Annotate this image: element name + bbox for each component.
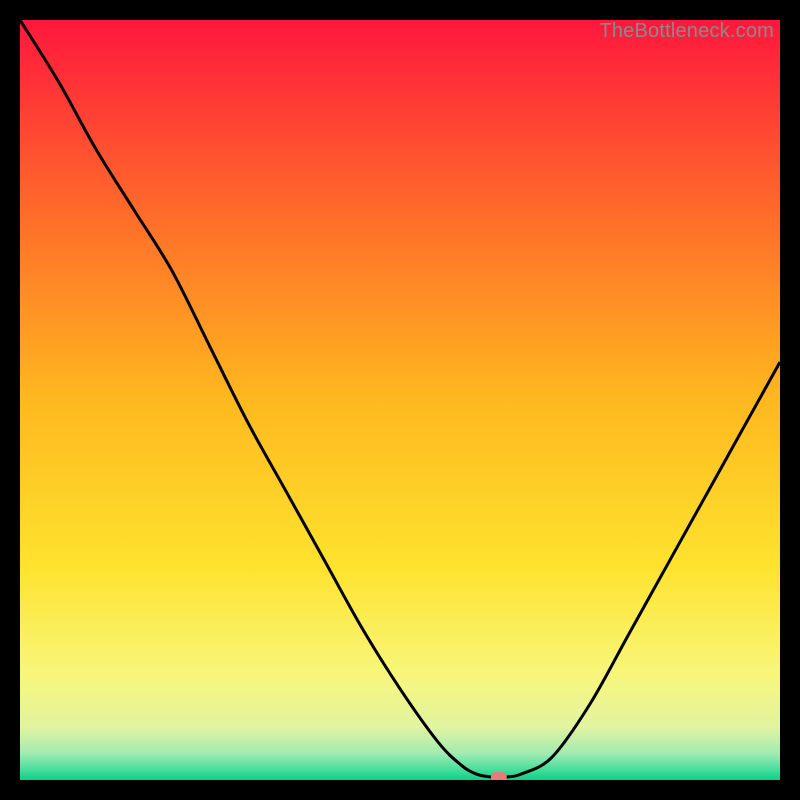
optimal-marker [491, 772, 507, 780]
bottleneck-chart [20, 20, 780, 780]
watermark-text: TheBottleneck.com [599, 20, 774, 43]
chart-frame: TheBottleneck.com [20, 20, 780, 780]
gradient-background [20, 20, 780, 780]
